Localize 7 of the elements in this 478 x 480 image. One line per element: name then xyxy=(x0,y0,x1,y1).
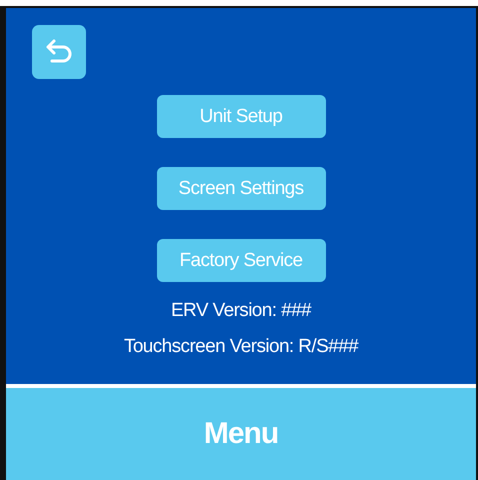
back-button[interactable] xyxy=(32,25,86,79)
version-text: ERV Version: ### xyxy=(170,299,312,323)
menu-button[interactable]: Screen Settings xyxy=(156,167,326,210)
menu-button[interactable]: Unit Setup xyxy=(156,95,326,138)
footer-title: Menu xyxy=(204,417,278,451)
menu-button[interactable]: Factory Service xyxy=(156,239,326,282)
version-text: Touchscreen Version: R/S### xyxy=(124,335,358,359)
